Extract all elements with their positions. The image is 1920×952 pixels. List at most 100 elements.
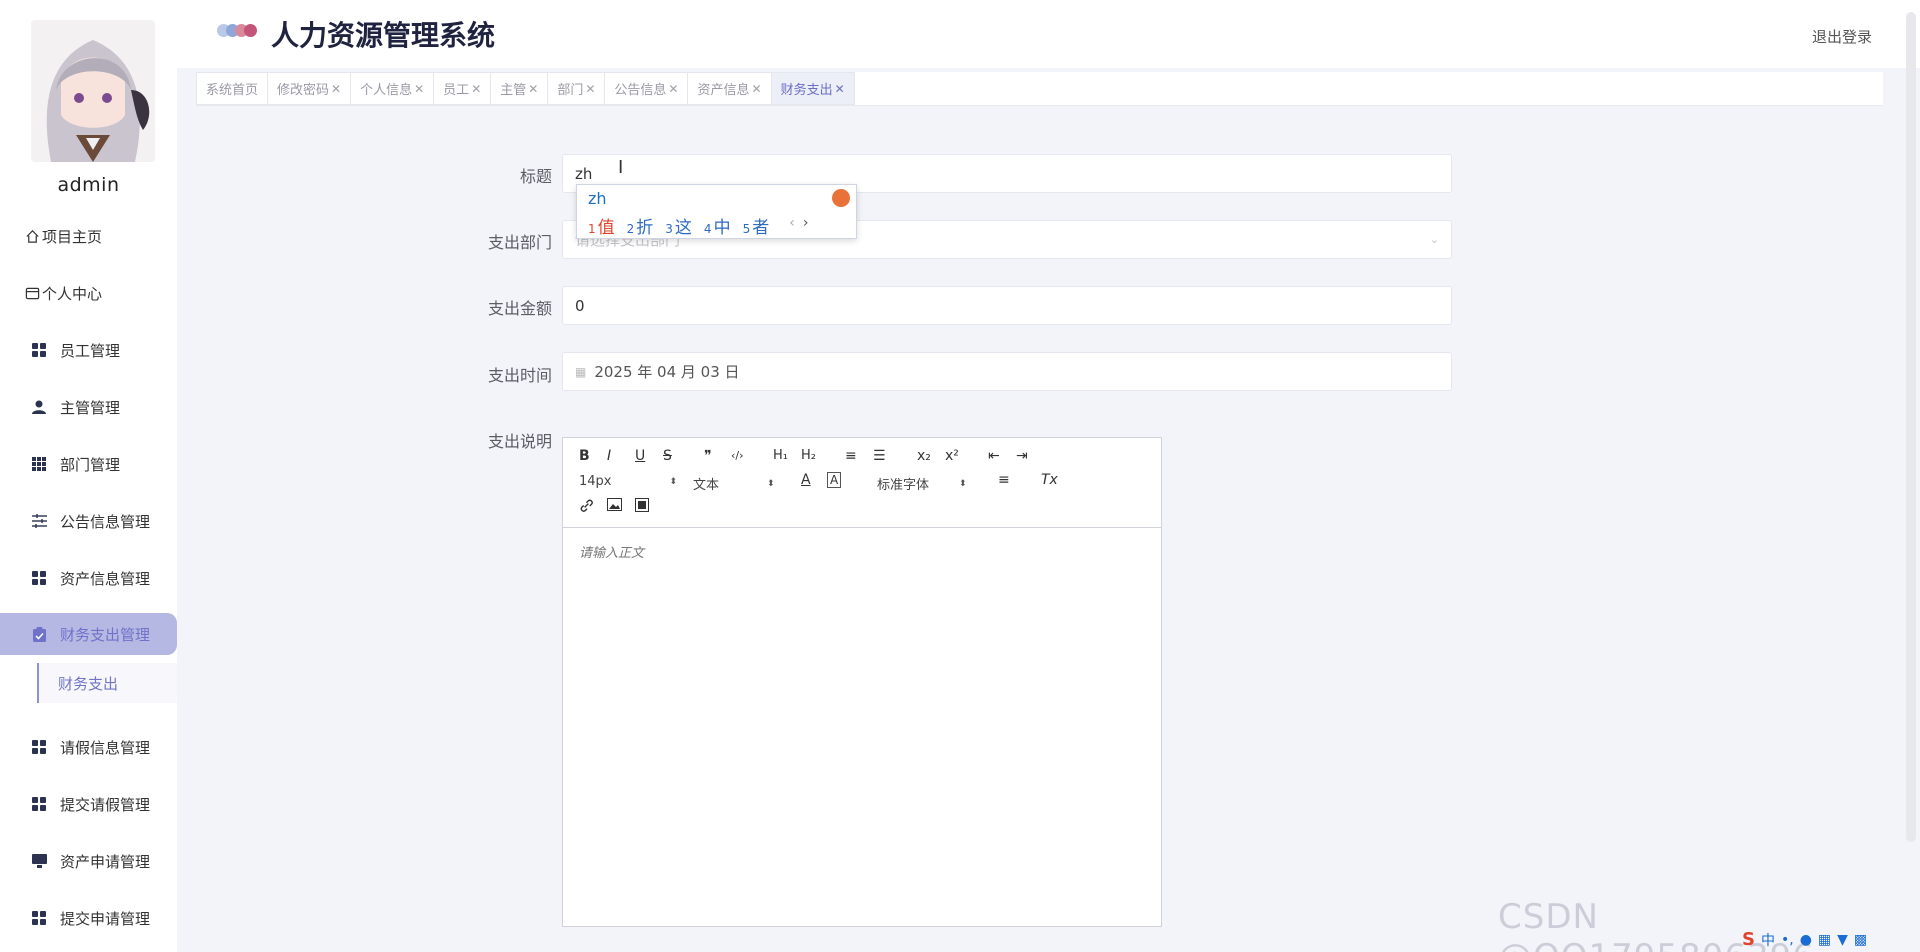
logout-link[interactable]: 退出登录 — [1812, 26, 1872, 47]
bullet-list-button[interactable]: ☰ — [873, 448, 886, 464]
font-color-button[interactable]: A — [801, 472, 811, 488]
tab-supervisor[interactable]: 主管 ✕ — [490, 72, 549, 105]
sidebar-item-employee[interactable]: 员工管理 — [0, 329, 177, 371]
sidebar-item-personal-center[interactable]: 个人中心 — [0, 272, 177, 314]
ime-page-arrows[interactable]: ‹ › — [789, 215, 808, 238]
ime-candidate-char: 中 — [713, 218, 731, 238]
sidebar-item-home[interactable]: 项目主页 — [0, 215, 177, 257]
tab-department[interactable]: 部门 ✕ — [547, 72, 606, 105]
link-icon[interactable] — [579, 498, 594, 513]
subscript-button[interactable]: x₂ — [917, 448, 931, 464]
ime-candidate[interactable]: 1值 — [588, 213, 615, 238]
sidebar-subitem-finance-expense[interactable]: 财务支出 — [37, 663, 177, 703]
ime-lang[interactable]: 中 — [1761, 930, 1775, 950]
chevron-down-icon: ⌄ — [1429, 233, 1439, 246]
tab-personal-info[interactable]: 个人信息 ✕ — [350, 72, 435, 105]
tab-home[interactable]: 系统首页 — [196, 72, 269, 105]
ime-candidate[interactable]: 4中 — [704, 213, 731, 238]
close-icon[interactable]: ✕ — [414, 82, 424, 96]
font-family-select[interactable]: 标准字体 ⬍ — [877, 474, 967, 493]
sidebar-item-label: 提交请假管理 — [60, 795, 151, 814]
tab-label: 个人信息 — [360, 83, 413, 98]
align-button[interactable]: ≡ — [998, 472, 1010, 488]
tab-announcement[interactable]: 公告信息 ✕ — [604, 72, 689, 105]
close-icon[interactable]: ✕ — [752, 82, 762, 96]
code-button[interactable]: ‹/› — [731, 449, 744, 462]
video-icon[interactable] — [635, 498, 649, 512]
quote-button[interactable]: ❞ — [704, 448, 712, 464]
tab-employee[interactable]: 员工 ✕ — [433, 72, 492, 105]
superscript-button[interactable]: x² — [945, 448, 959, 464]
time-picker[interactable]: ▦ 2025 年 04 月 03 日 — [562, 352, 1452, 391]
close-icon[interactable]: ✕ — [331, 82, 341, 96]
italic-button[interactable]: I — [607, 448, 611, 464]
amount-input[interactable]: 0 — [562, 286, 1452, 325]
top-header: 人力资源管理系统 退出登录 — [177, 0, 1920, 68]
tab-change-password[interactable]: 修改密码 ✕ — [267, 72, 352, 105]
ime-input-text: zh — [588, 189, 607, 208]
sidebar-item-label: 公告信息管理 — [60, 512, 151, 531]
sidebar-item-finance[interactable]: 财务支出管理 — [0, 613, 177, 655]
underline-button[interactable]: U — [635, 448, 645, 464]
clear-format-button[interactable]: Tx — [1041, 472, 1058, 488]
mic-icon[interactable]: ● — [1800, 932, 1812, 948]
h1-button[interactable]: H₁ — [773, 448, 788, 463]
ime-candidate[interactable]: 3这 — [665, 213, 692, 238]
sliders-icon — [31, 513, 47, 529]
sidebar-item-announcement[interactable]: 公告信息管理 — [0, 500, 177, 542]
chevron-right-icon[interactable]: › — [803, 215, 809, 231]
close-icon[interactable]: ✕ — [835, 82, 845, 96]
tab-finance-expense[interactable]: 财务支出 ✕ — [770, 72, 855, 105]
tab-label: 财务支出 — [780, 83, 833, 98]
outdent-button[interactable]: ⇤ — [988, 448, 1000, 464]
keyboard-icon[interactable]: ▦ — [1818, 932, 1831, 948]
sort-icon: ⬍ — [669, 476, 678, 487]
desc-label: 支出说明 — [487, 432, 552, 451]
close-icon[interactable]: ✕ — [471, 82, 481, 96]
ime-candidate-popup: zh 1值 2折 3这 4中 5者 ‹ › — [576, 184, 857, 239]
amount-label: 支出金额 — [487, 299, 552, 318]
font-size-select[interactable]: 14px ⬍ — [579, 474, 677, 489]
background-color-button[interactable]: A — [827, 472, 842, 488]
sidebar-item-submit-request[interactable]: 提交申请管理 — [0, 897, 177, 939]
skin-icon[interactable]: ▼ — [1837, 932, 1848, 948]
header-select[interactable]: 文本 ⬍ — [693, 474, 775, 493]
ime-candidate[interactable]: 5者 — [743, 213, 770, 238]
sidebar-item-assets[interactable]: 资产信息管理 — [0, 557, 177, 599]
home-icon — [24, 228, 40, 244]
tab-label: 资产信息 — [697, 83, 750, 98]
ime-candidate-number: 2 — [626, 222, 635, 236]
sidebar-item-leave-info[interactable]: 请假信息管理 — [0, 726, 177, 768]
close-icon[interactable]: ✕ — [585, 82, 595, 96]
indent-button[interactable]: ⇥ — [1016, 448, 1028, 464]
close-icon[interactable]: ✕ — [668, 82, 678, 96]
grid-icon — [31, 910, 47, 926]
close-icon[interactable]: ✕ — [528, 82, 538, 96]
grid-icon — [31, 796, 47, 812]
h2-button[interactable]: H₂ — [801, 448, 816, 463]
ime-candidate[interactable]: 2折 — [627, 213, 654, 238]
sidebar-item-label: 项目主页 — [42, 227, 103, 246]
ordered-list-button[interactable]: ≡ — [845, 448, 857, 464]
bold-button[interactable]: B — [579, 448, 590, 464]
ime-candidate-char: 值 — [597, 218, 615, 238]
sidebar-item-submit-leave[interactable]: 提交请假管理 — [0, 783, 177, 825]
toolbox-icon[interactable]: ▩ — [1854, 932, 1867, 948]
grid-icon — [31, 739, 47, 755]
tab-label: 修改密码 — [277, 83, 330, 98]
image-icon[interactable] — [607, 498, 622, 511]
editor-placeholder[interactable]: 请输入正文 — [579, 542, 644, 561]
chevron-left-icon[interactable]: ‹ — [789, 215, 795, 231]
strike-button[interactable]: S — [663, 448, 672, 464]
sogou-icon[interactable]: S — [1742, 929, 1755, 950]
sidebar-item-department[interactable]: 部门管理 — [0, 443, 177, 485]
ime-candidate-number: 3 — [665, 222, 673, 236]
grid-icon — [31, 342, 47, 358]
ime-punct[interactable]: •, — [1781, 932, 1794, 948]
page-scrollbar[interactable] — [1906, 12, 1916, 842]
sidebar-item-supervisor[interactable]: 主管管理 — [0, 386, 177, 428]
tab-assets[interactable]: 资产信息 ✕ — [687, 72, 772, 105]
font-size-value: 14px — [579, 474, 612, 489]
sidebar-item-asset-request[interactable]: 资产申请管理 — [0, 840, 177, 882]
tab-label: 系统首页 — [206, 83, 259, 98]
